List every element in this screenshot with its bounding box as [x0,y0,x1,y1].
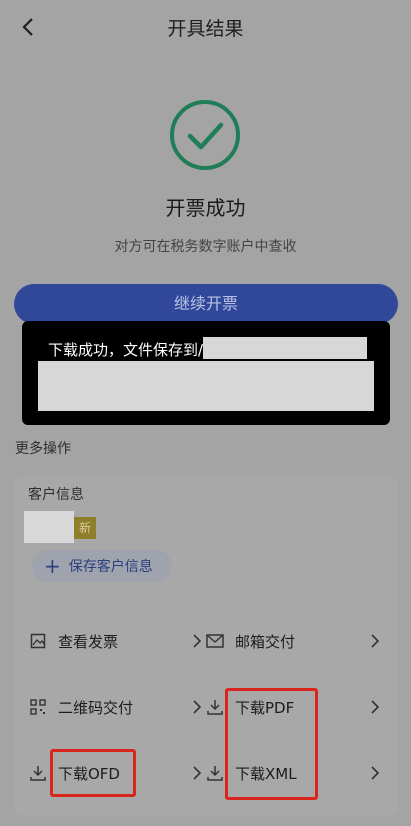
save-customer-button[interactable]: + 保存客户信息 [32,550,172,582]
download-icon [205,697,225,717]
save-customer-label: 保存客户信息 [68,559,153,575]
highlight-box-pdf-xml [225,688,318,800]
chevron-right-icon [191,633,203,649]
view-invoice-button[interactable]: 查看发票 [28,627,118,655]
download-toast: 下载成功，文件保存到/ [22,321,390,425]
download-icon [28,763,48,783]
toast-message: 下载成功，文件保存到/ [48,341,204,359]
plus-icon: + [44,554,61,578]
chevron-right-icon [191,765,203,781]
nav-bar: 开具结果 [0,0,411,54]
result-subtitle: 对方可在税务数字账户中查收 [114,239,297,255]
chevron-right-icon [369,765,381,781]
redacted-path-continued [38,361,374,411]
redacted-path [203,337,367,359]
more-actions-label: 更多操作 [15,441,71,457]
chevron-right-icon [191,699,203,715]
page: 开具结果 开票成功 对方可在税务数字账户中查收 继续开票 下载成功，文件保存到/… [0,0,411,826]
success-check-icon [170,100,240,170]
chevron-right-icon [369,633,381,649]
page-title: 开具结果 [167,18,244,40]
email-delivery-label: 邮箱交付 [235,632,296,651]
highlight-box-ofd [50,749,136,797]
chevron-right-icon [369,699,381,715]
download-icon [205,763,225,783]
mail-icon [205,631,225,651]
qrcode-delivery-button[interactable]: 二维码交付 [28,693,133,721]
qrcode-delivery-label: 二维码交付 [58,698,134,717]
image-icon [28,631,48,651]
new-badge: 新 [74,517,96,539]
continue-invoicing-button[interactable]: 继续开票 [14,284,398,324]
customer-info-label: 客户信息 [28,487,84,503]
redacted-customer-name [24,511,74,543]
result-title: 开票成功 [165,196,246,220]
email-delivery-button[interactable]: 邮箱交付 [205,627,295,655]
view-invoice-label: 查看发票 [58,632,119,651]
qrcode-icon [28,697,48,717]
